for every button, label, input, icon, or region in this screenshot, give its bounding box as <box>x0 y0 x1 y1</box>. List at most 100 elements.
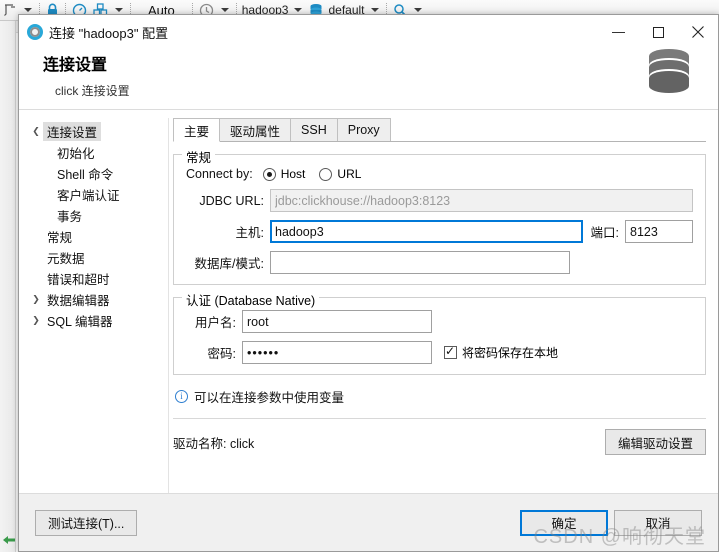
cancel-button[interactable]: 取消 <box>614 509 702 536</box>
tree-item-general[interactable]: 常规 <box>29 226 168 247</box>
tree-item-label: 初始化 <box>57 147 95 161</box>
variables-hint: i 可以在连接参数中使用变量 <box>173 387 706 406</box>
password-input[interactable] <box>242 341 432 364</box>
chevron-right-icon[interactable]: ❯ <box>29 315 43 326</box>
footer-action-buttons: 确定 取消 <box>520 509 702 536</box>
tab-driver-properties[interactable]: 驱动属性 <box>219 118 292 141</box>
tree-item-label: Shell 命令 <box>57 168 114 182</box>
tree-item-errors-timeouts[interactable]: 错误和超时 <box>29 268 168 289</box>
connection-settings-dialog: 连接 "hadoop3" 配置 连接设置 click 连接设置 ❮ 连接设置 初… <box>18 14 719 552</box>
database-schema-label: 数据库/模式: <box>194 257 264 271</box>
tab-proxy[interactable]: Proxy <box>336 118 391 141</box>
section-divider <box>173 418 706 419</box>
host-port-row: 主机: 端口: <box>186 220 693 243</box>
connect-by-row: Connect by: Host URL <box>186 167 693 181</box>
dialog-footer: 测试连接(T)... 确定 取消 CSDN @响彻天堂 <box>19 493 718 551</box>
tree-item-initialization[interactable]: 初始化 <box>29 142 168 163</box>
port-input[interactable] <box>625 220 693 243</box>
tab-label: SSH <box>301 123 327 137</box>
tab-label: Proxy <box>347 123 380 137</box>
tree-item-data-editor[interactable]: ❯ 数据编辑器 <box>29 289 168 310</box>
minimize-button[interactable] <box>598 15 638 49</box>
test-connection-button[interactable]: 测试连接(T)... <box>35 509 138 536</box>
tab-bar: 主要 驱动属性 SSH Proxy <box>173 118 706 142</box>
general-group: 常规 Connect by: Host URL JDBC URL: jdbc:c… <box>173 147 706 285</box>
ide-left-sidebar <box>0 21 16 552</box>
settings-pane: 主要 驱动属性 SSH Proxy 常规 Connect by: Host UR… <box>169 118 718 493</box>
tab-label: 驱动属性 <box>230 124 281 139</box>
search-dropdown-caret[interactable] <box>413 8 422 12</box>
dialog-titlebar: 连接 "hadoop3" 配置 <box>19 15 718 49</box>
tree-item-sql-editor[interactable]: ❯ SQL 编辑器 <box>29 310 168 331</box>
port-label: 端口: <box>590 226 619 240</box>
chevron-right-icon[interactable]: ❯ <box>29 294 43 305</box>
radio-url-indicator[interactable] <box>319 167 333 181</box>
username-label: 用户名: <box>195 316 236 330</box>
radio-url-label: URL <box>337 167 362 181</box>
tree-item-label: 客户端认证 <box>57 189 120 203</box>
host-input[interactable] <box>270 220 583 243</box>
tab-ssh[interactable]: SSH <box>290 118 338 141</box>
database-row: 数据库/模式: <box>186 251 693 274</box>
tree-item-label: 连接设置 <box>43 122 102 141</box>
page-title: 连接设置 <box>43 57 108 74</box>
database-schema-input[interactable] <box>270 251 570 274</box>
authentication-group-legend: 认证 (Database Native) <box>182 290 320 309</box>
password-row: 密码: 将密码保存在本地 <box>186 341 693 364</box>
packages-dropdown-caret[interactable] <box>115 8 123 12</box>
radio-url[interactable]: URL <box>319 167 361 181</box>
driver-name-label: 驱动名称: click <box>173 436 255 451</box>
checkbox-indicator[interactable] <box>444 344 457 359</box>
tree-item-metadata[interactable]: 元数据 <box>29 247 168 268</box>
ok-button[interactable]: 确定 <box>520 509 608 536</box>
tab-main[interactable]: 主要 <box>173 118 221 142</box>
driver-row: 驱动名称: click 编辑驱动设置 <box>173 429 706 455</box>
window-controls <box>598 15 718 49</box>
authentication-group: 认证 (Database Native) 用户名: 密码: 将密码保存在本地 <box>173 290 706 375</box>
info-icon: i <box>175 390 188 403</box>
history-dropdown-caret[interactable] <box>220 8 229 12</box>
tree-item-client-auth[interactable]: 客户端认证 <box>29 184 168 205</box>
connection-icon <box>27 24 43 40</box>
tree-item-label: 元数据 <box>47 252 85 266</box>
tree-item-label: 常规 <box>47 231 73 245</box>
dialog-body: ❮ 连接设置 初始化 Shell 命令 客户端认证 事务 常规 元数据 错误和超… <box>19 110 718 493</box>
close-icon[interactable] <box>678 15 718 49</box>
jdbc-url-label: JDBC URL: <box>199 193 264 208</box>
dialog-title: 连接 "hadoop3" 配置 <box>49 25 169 41</box>
jdbc-url-field <box>270 189 693 212</box>
tree-item-label: 错误和超时 <box>47 273 110 287</box>
tree-item-label: 数据编辑器 <box>47 294 110 308</box>
tree-item-transactions[interactable]: 事务 <box>29 205 168 226</box>
password-label: 密码: <box>207 347 236 361</box>
chevron-down-icon[interactable]: ❮ <box>29 126 43 137</box>
tree-item-connection-settings[interactable]: ❮ 连接设置 <box>29 121 168 142</box>
tree-item-shell-commands[interactable]: Shell 命令 <box>29 163 168 184</box>
general-group-legend: 常规 <box>182 147 216 166</box>
save-password-label: 将密码保存在本地 <box>462 346 559 360</box>
radio-host-label: Host <box>280 167 306 181</box>
username-row: 用户名: <box>186 310 693 333</box>
edit-driver-settings-button[interactable]: 编辑驱动设置 <box>604 429 706 455</box>
page-subtitle: click 连接设置 <box>55 84 130 98</box>
ide-navigate-back-icon[interactable] <box>0 528 18 552</box>
settings-tree: ❮ 连接设置 初始化 Shell 命令 客户端认证 事务 常规 元数据 错误和超… <box>19 118 169 493</box>
dialog-header: 连接设置 click 连接设置 <box>19 49 718 110</box>
host-label: 主机: <box>235 226 264 240</box>
save-password-checkbox[interactable]: 将密码保存在本地 <box>444 344 558 361</box>
jdbc-url-row: JDBC URL: <box>186 189 693 212</box>
script-dropdown-caret[interactable] <box>24 8 32 12</box>
database-cylinder-icon <box>642 47 696 97</box>
connect-by-label: Connect by: <box>186 167 253 181</box>
tree-item-label: 事务 <box>57 210 83 224</box>
variables-hint-text: 可以在连接参数中使用变量 <box>194 391 345 405</box>
radio-host-indicator[interactable] <box>262 167 276 181</box>
username-input[interactable] <box>242 310 432 333</box>
script-icon[interactable] <box>0 0 20 21</box>
connection-dropdown-caret[interactable] <box>294 8 303 12</box>
tree-item-label: SQL 编辑器 <box>47 315 113 329</box>
radio-host[interactable]: Host <box>262 167 306 181</box>
tab-label: 主要 <box>184 124 210 139</box>
maximize-button[interactable] <box>638 15 678 49</box>
database-dropdown-caret[interactable] <box>370 8 379 12</box>
